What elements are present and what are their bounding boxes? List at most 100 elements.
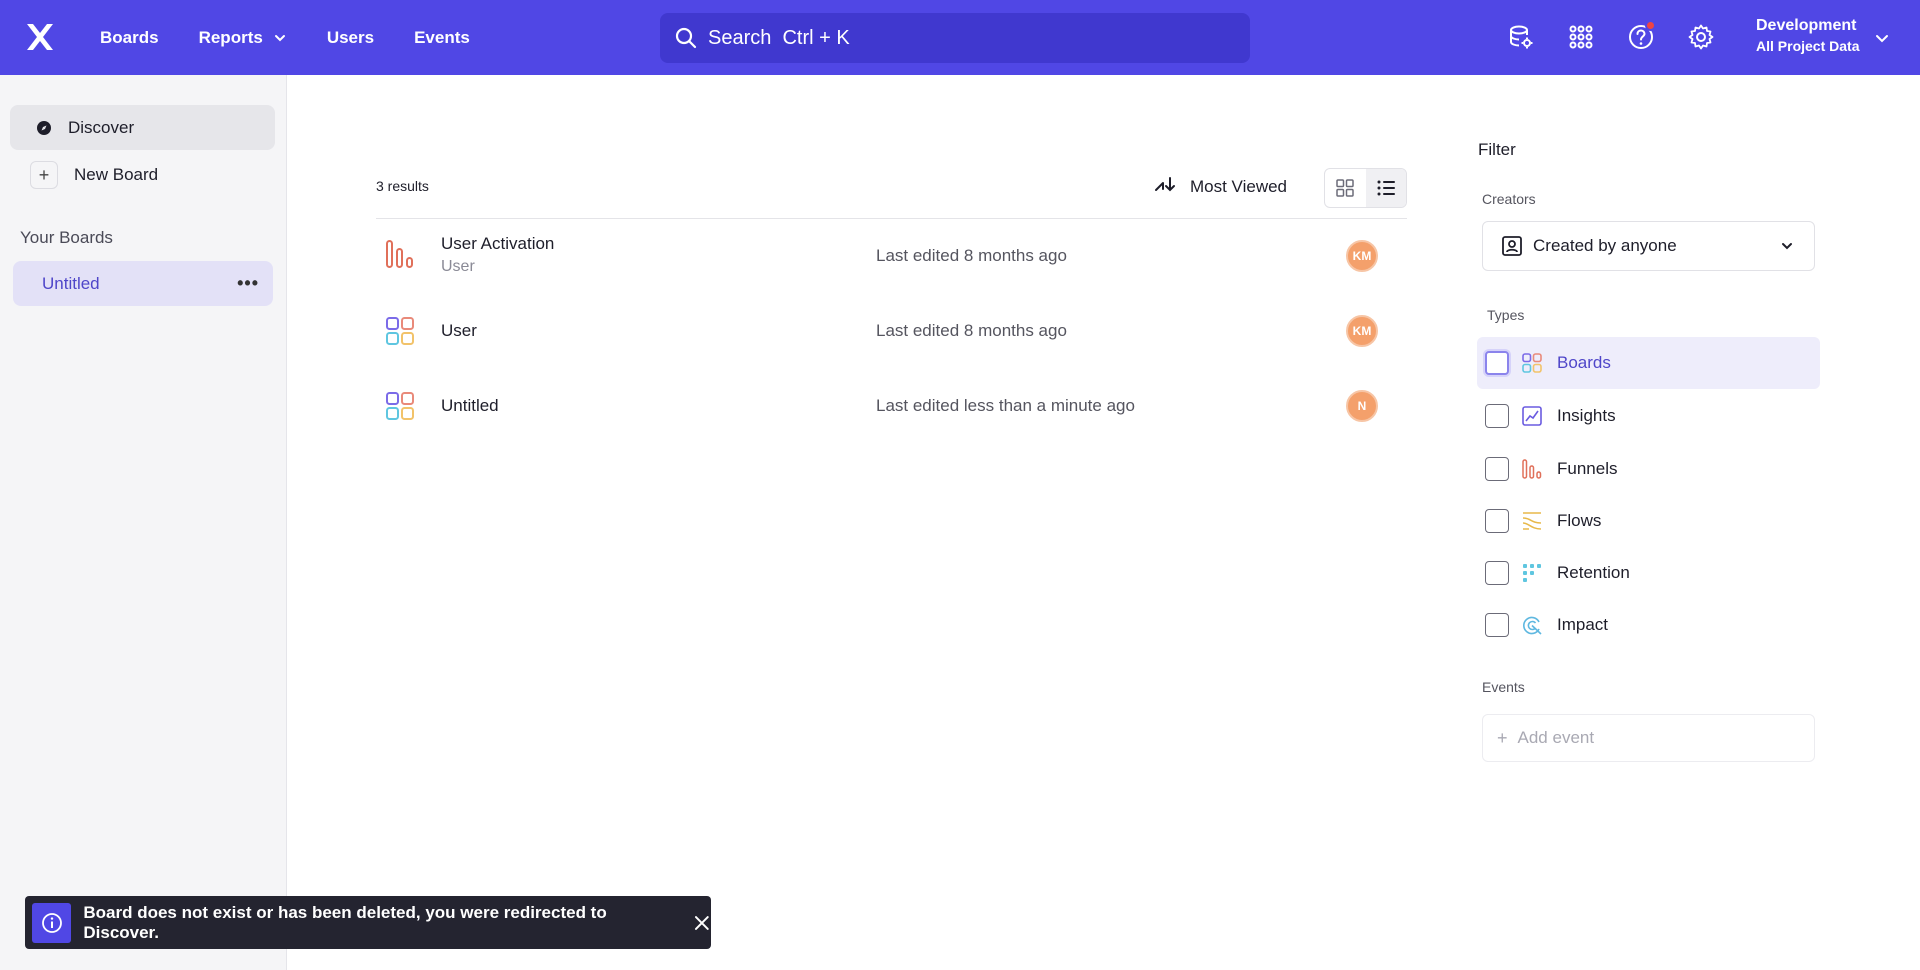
help-icon[interactable] <box>1626 20 1656 54</box>
type-label: Flows <box>1557 511 1602 530</box>
nav-boards[interactable]: Boards <box>100 28 159 48</box>
sidebar-item-discover[interactable]: Discover <box>10 105 275 150</box>
retention-icon <box>1521 562 1543 584</box>
item-last-edited: Last edited 8 months ago <box>876 321 1067 340</box>
checkbox[interactable] <box>1485 457 1509 481</box>
list-icon <box>1377 180 1395 196</box>
notification-dot <box>1645 20 1656 31</box>
funnel-icon <box>384 238 416 270</box>
item-last-edited: Last edited 8 months ago <box>876 246 1067 265</box>
search-icon <box>675 27 697 49</box>
list-divider <box>376 218 1407 219</box>
item-title: Untitled <box>441 396 499 415</box>
type-filter-boards[interactable]: Boards <box>1477 337 1820 389</box>
impact-icon <box>1521 614 1543 636</box>
funnel-icon <box>1521 458 1543 480</box>
more-options-icon[interactable]: ••• <box>237 273 259 294</box>
type-label: Funnels <box>1557 459 1618 478</box>
sort-dropdown[interactable]: Most Viewed <box>1152 174 1287 200</box>
person-icon <box>1502 236 1522 256</box>
main-nav: Boards Reports Users Events <box>100 0 510 75</box>
add-event-label: Add event <box>1517 728 1595 747</box>
chevron-down-icon <box>274 34 285 41</box>
checkbox[interactable] <box>1485 561 1509 585</box>
filter-title: Filter <box>1478 140 1516 159</box>
nav-events-label: Events <box>414 27 470 47</box>
nav-reports-label: Reports <box>198 27 263 47</box>
results-count: 3 results <box>376 178 429 194</box>
x-logo-icon[interactable] <box>24 21 56 53</box>
sidebar: Discover + New Board Your Boards Untitle… <box>0 75 287 970</box>
add-event-button[interactable]: + Add event <box>1482 714 1815 762</box>
checkbox[interactable] <box>1485 351 1509 375</box>
sidebar-item-board-untitled[interactable]: Untitled ••• <box>13 261 273 306</box>
plus-icon: + <box>30 161 58 189</box>
avatar: KM <box>1346 240 1378 272</box>
nav-users-label: Users <box>326 27 375 47</box>
sort-label: Most Viewed <box>1190 177 1288 196</box>
sidebar-item-label: Discover <box>68 117 135 137</box>
list-item[interactable]: Untitled Last edited less than a minute … <box>376 371 1407 441</box>
type-label: Boards <box>1557 353 1611 372</box>
list-item[interactable]: User Last edited 8 months ago KM <box>376 296 1407 366</box>
creators-label: Creators <box>1482 191 1536 207</box>
creators-dropdown[interactable]: Created by anyone <box>1482 221 1815 271</box>
item-title: User <box>441 321 477 340</box>
nav-events[interactable]: Events <box>414 28 470 48</box>
compass-icon <box>37 120 51 135</box>
item-title: User Activation <box>441 234 555 253</box>
avatar: N <box>1346 390 1378 422</box>
type-label: Impact <box>1557 615 1609 634</box>
checkbox[interactable] <box>1485 613 1509 637</box>
chevron-down-icon[interactable] <box>1874 30 1890 46</box>
nav-reports[interactable]: Reports <box>199 28 287 48</box>
list-item[interactable]: User Activation User Last edited 8 month… <box>376 220 1407 290</box>
new-board-label: New Board <box>74 165 159 184</box>
types-label: Types <box>1487 307 1525 323</box>
sidebar-board-label: Untitled <box>42 273 100 293</box>
nav-users[interactable]: Users <box>327 28 374 48</box>
new-board-button[interactable]: + New Board <box>30 160 158 190</box>
project-subtitle: All Project Data <box>1756 38 1860 54</box>
sort-arrows-icon <box>1155 177 1175 192</box>
apps-grid-icon[interactable] <box>1566 20 1596 54</box>
global-search[interactable] <box>660 13 1250 63</box>
top-navigation-bar: Boards Reports Users Events Development … <box>0 0 1920 75</box>
info-icon <box>32 902 72 943</box>
insights-icon <box>1521 405 1543 427</box>
search-input[interactable] <box>708 26 1208 50</box>
avatar: KM <box>1346 315 1378 347</box>
item-subtitle: User <box>441 258 475 275</box>
type-filter-flows[interactable]: Flows <box>1477 495 1820 547</box>
nav-boards-label: Boards <box>100 27 159 47</box>
gear-icon[interactable] <box>1686 20 1716 54</box>
database-settings-icon[interactable] <box>1506 20 1536 54</box>
checkbox[interactable] <box>1485 404 1509 428</box>
type-filter-impact[interactable]: Impact <box>1477 599 1820 651</box>
plus-icon: + <box>1497 727 1508 748</box>
type-label: Retention <box>1557 563 1630 582</box>
project-selector[interactable]: Development All Project Data <box>1756 17 1859 54</box>
events-label: Events <box>1482 679 1525 695</box>
project-name: Development <box>1756 17 1857 34</box>
checkbox[interactable] <box>1485 509 1509 533</box>
board-icon <box>384 315 416 347</box>
header-icons <box>1506 20 1716 54</box>
type-label: Insights <box>1557 406 1616 425</box>
type-filter-insights[interactable]: Insights <box>1477 390 1820 442</box>
close-icon[interactable] <box>693 914 711 932</box>
toast-notification: Board does not exist or has been deleted… <box>25 896 711 949</box>
creators-value: Created by anyone <box>1533 236 1677 255</box>
type-filter-funnels[interactable]: Funnels <box>1477 443 1820 495</box>
list-view-button[interactable] <box>1365 169 1406 207</box>
grid-view-button[interactable] <box>1325 169 1366 207</box>
board-icon <box>1521 352 1543 374</box>
item-last-edited: Last edited less than a minute ago <box>876 396 1135 415</box>
grid-icon <box>1336 179 1354 197</box>
your-boards-heading: Your Boards <box>20 228 113 247</box>
chevron-down-icon <box>1782 243 1792 250</box>
flows-icon <box>1521 510 1543 532</box>
board-icon <box>384 390 416 422</box>
type-filter-retention[interactable]: Retention <box>1477 547 1820 599</box>
view-toggle <box>1324 168 1407 208</box>
